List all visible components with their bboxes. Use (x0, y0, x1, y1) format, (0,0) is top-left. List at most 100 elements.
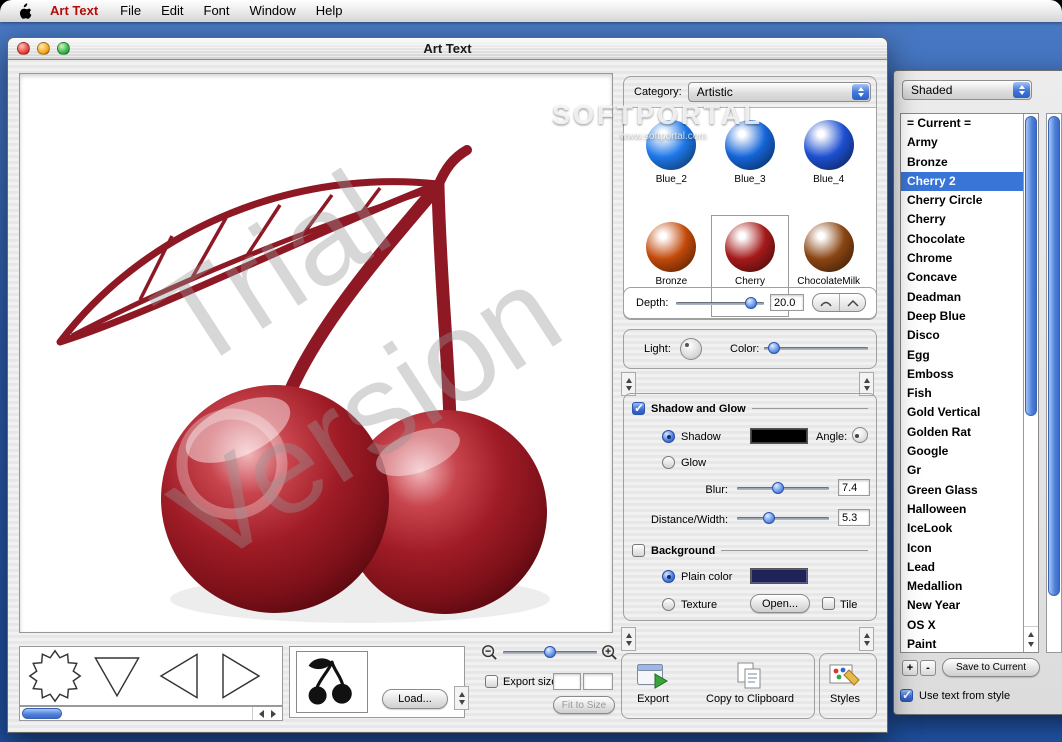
clipart-cherry-thumb[interactable] (296, 651, 368, 713)
styles-list-item[interactable]: OS X (901, 616, 1023, 635)
category-dropdown[interactable]: Artistic (687, 82, 871, 102)
slider-thumb[interactable] (744, 297, 757, 309)
export-size-checkbox[interactable] (485, 675, 498, 688)
add-style-button[interactable]: + (902, 660, 918, 676)
menu-font[interactable]: Font (194, 0, 240, 22)
export-width-field[interactable] (553, 673, 581, 690)
title-bar[interactable]: Art Text (8, 38, 887, 60)
scrollbar-thumb[interactable] (1025, 116, 1037, 416)
scroll-arrows[interactable] (859, 627, 874, 651)
curve-arc-icon[interactable] (813, 294, 839, 311)
remove-style-button[interactable]: - (920, 660, 936, 676)
styles-list-item[interactable]: Halloween (901, 500, 1023, 519)
window-edge-scrollbar[interactable] (1046, 113, 1062, 653)
styles-list-item[interactable]: Chrome (901, 249, 1023, 268)
style-thumbnail[interactable]: Blue_4 (789, 113, 868, 215)
menu-app-name[interactable]: Art Text (38, 0, 110, 22)
load-button[interactable]: Load... (382, 689, 448, 709)
shadow-color-swatch[interactable] (750, 428, 808, 444)
style-thumbnail[interactable]: Blue_2 (632, 113, 711, 215)
export-height-field[interactable] (583, 673, 613, 690)
scrollbar-arrows[interactable] (1024, 626, 1038, 652)
styles-list-item[interactable]: Gold Vertical (901, 403, 1023, 422)
menu-file[interactable]: File (110, 0, 151, 22)
styles-list-item[interactable]: Fish (901, 384, 1023, 403)
open-texture-button[interactable]: Open... (750, 594, 810, 613)
styles-list-item[interactable]: Egg (901, 346, 1023, 365)
styles-button[interactable]: Styles (828, 661, 862, 705)
apple-menu[interactable] (12, 3, 38, 19)
shadow-glow-checkbox[interactable] (632, 401, 645, 415)
depth-curve-control[interactable] (812, 293, 866, 312)
scrollbar-thumb[interactable] (22, 708, 62, 719)
close-button[interactable] (17, 42, 30, 55)
distance-field[interactable] (838, 509, 870, 526)
styles-list-item[interactable]: Medallion (901, 577, 1023, 596)
styles-category-dropdown[interactable]: Shaded (902, 80, 1032, 100)
depth-field[interactable] (770, 294, 804, 311)
styles-list-item[interactable]: Cherry Circle (901, 191, 1023, 210)
styles-list-item[interactable]: Army (901, 133, 1023, 152)
styles-list-item[interactable]: Cherry (901, 210, 1023, 229)
texture-radio[interactable] (662, 598, 675, 611)
copy-to-clipboard-button[interactable]: Copy to Clipboard (706, 661, 794, 705)
menu-window[interactable]: Window (240, 0, 306, 22)
styles-list-item[interactable]: Icon (901, 539, 1023, 558)
light-color-slider[interactable] (764, 341, 868, 355)
depth-slider[interactable] (676, 296, 764, 310)
styles-list-item[interactable]: Gr (901, 461, 1023, 480)
menu-edit[interactable]: Edit (151, 0, 193, 22)
styles-list-item[interactable]: New Year (901, 596, 1023, 615)
zoom-slider[interactable] (503, 645, 597, 659)
styles-list-item[interactable]: = Current = (901, 114, 1023, 133)
blur-slider[interactable] (737, 481, 829, 495)
slider-thumb[interactable] (544, 646, 556, 658)
styles-list-item[interactable]: Concave (901, 268, 1023, 287)
preview-canvas[interactable]: Trial Version (19, 73, 613, 633)
styles-list-scrollbar[interactable] (1023, 114, 1038, 652)
use-text-checkbox[interactable] (900, 688, 913, 702)
slider-thumb[interactable] (772, 482, 785, 494)
styles-list-item[interactable]: Lead (901, 558, 1023, 577)
styles-list-item[interactable]: Cherry 2 (901, 171, 1023, 192)
shape-starburst[interactable] (28, 649, 82, 703)
background-color-swatch[interactable] (750, 568, 808, 584)
scrollbar-arrows[interactable] (252, 707, 282, 720)
scroll-arrows[interactable] (621, 627, 636, 651)
slider-thumb[interactable] (763, 512, 776, 524)
styles-list-item[interactable]: Google (901, 442, 1023, 461)
tile-checkbox[interactable] (822, 597, 835, 610)
styles-list-item[interactable]: Golden Rat (901, 423, 1023, 442)
background-checkbox[interactable] (632, 544, 645, 557)
curve-peak-icon[interactable] (839, 294, 865, 311)
shape-arrow-right[interactable] (214, 649, 268, 703)
angle-dial[interactable] (852, 427, 868, 443)
shape-strip-scrollbar[interactable] (19, 706, 283, 721)
zoom-button[interactable] (57, 42, 70, 55)
styles-list-item[interactable]: Deadman (901, 288, 1023, 307)
zoom-out-icon[interactable] (481, 644, 497, 660)
export-button[interactable]: Export (636, 661, 670, 705)
scrollbar-thumb[interactable] (1048, 116, 1060, 596)
shadow-radio[interactable] (662, 430, 675, 443)
slider-thumb[interactable] (768, 342, 781, 354)
glow-radio[interactable] (662, 456, 675, 469)
save-to-current-button[interactable]: Save to Current (942, 658, 1040, 677)
shape-triangle[interactable] (90, 649, 144, 703)
plain-color-radio[interactable] (662, 570, 675, 583)
scroll-arrows[interactable] (454, 686, 469, 710)
light-knob[interactable] (680, 338, 702, 360)
style-thumbnail[interactable]: Blue_3 (711, 113, 790, 215)
distance-slider[interactable] (737, 511, 829, 525)
styles-list-item[interactable]: Emboss (901, 365, 1023, 384)
styles-list-item[interactable]: Deep Blue (901, 307, 1023, 326)
blur-field[interactable] (838, 479, 870, 496)
menu-help[interactable]: Help (306, 0, 353, 22)
styles-list-item[interactable]: Disco (901, 326, 1023, 345)
styles-list-item[interactable]: Chocolate (901, 230, 1023, 249)
shape-arrow-left[interactable] (152, 649, 206, 703)
styles-list-item[interactable]: IceLook (901, 519, 1023, 538)
styles-list-item[interactable]: Paint (901, 635, 1023, 652)
zoom-in-icon[interactable] (601, 644, 617, 660)
minimize-button[interactable] (37, 42, 50, 55)
